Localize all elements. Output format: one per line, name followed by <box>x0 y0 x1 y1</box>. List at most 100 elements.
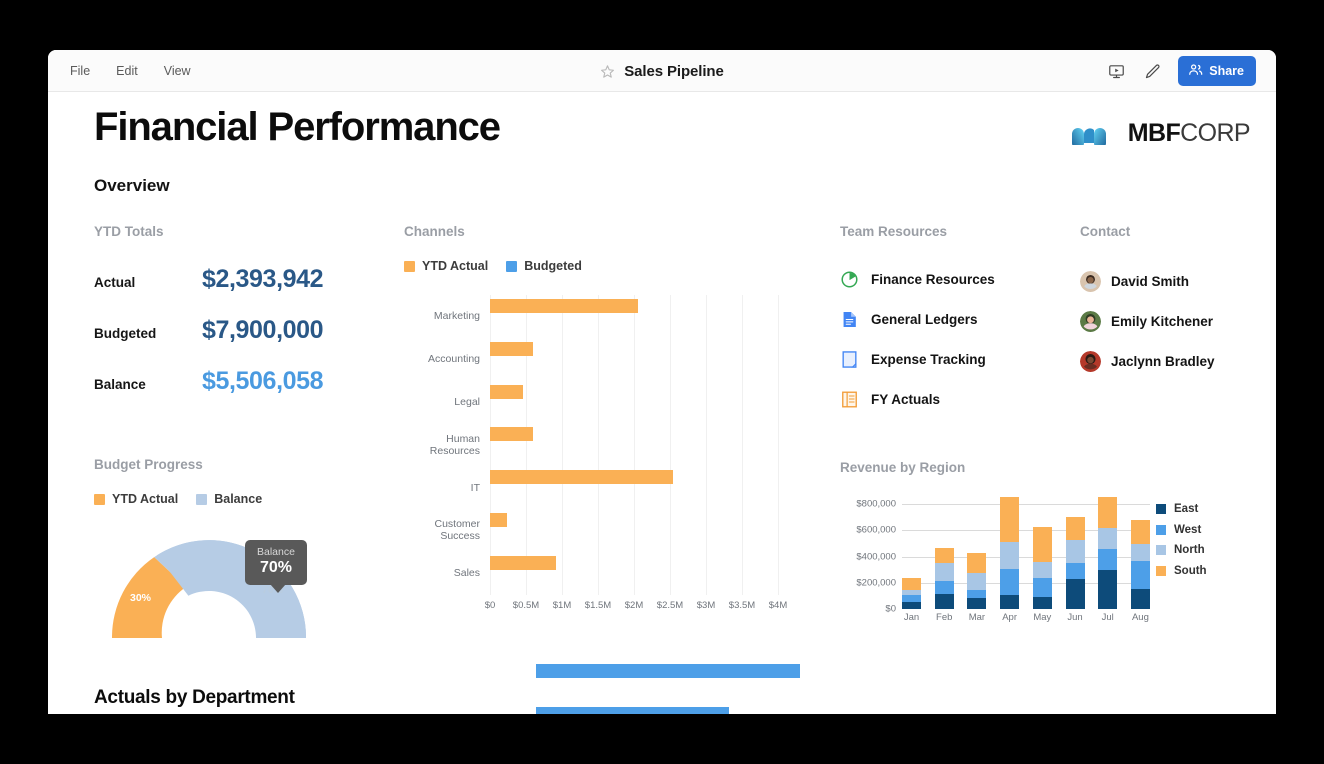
channels-category-label: IT <box>470 481 480 494</box>
present-icon[interactable] <box>1106 61 1126 81</box>
revenue-bar-column[interactable] <box>1000 496 1020 609</box>
channels-bar-budgeted[interactable] <box>536 664 801 678</box>
revenue-bar-segment-south <box>902 577 921 591</box>
channels-x-tick: $4M <box>768 600 788 611</box>
ytd-value-balance: $5,506,058 <box>202 367 324 395</box>
channels-row: Legal <box>404 381 778 424</box>
channels-bar-actual[interactable] <box>490 512 507 527</box>
revenue-bar-segment-south <box>1065 516 1085 540</box>
share-button-label: Share <box>1209 64 1244 78</box>
revenue-bar-segment-east <box>1130 589 1150 609</box>
team-resources-panel: Team Resources Finance Resources General… <box>840 224 1070 419</box>
channels-bar-pair <box>490 384 778 420</box>
channels-category-label: Customer Success <box>434 518 480 543</box>
channels-category-label: Legal <box>454 395 480 408</box>
channels-bar-actual[interactable] <box>490 555 557 570</box>
channels-x-tick: $2.5M <box>656 600 684 611</box>
channels-x-tick: $3M <box>696 600 716 611</box>
revenue-x-axis: Jan Feb Mar Apr May Jun Jul Aug <box>902 612 1150 623</box>
channels-legend: YTD Actual Budgeted <box>404 259 804 273</box>
ytd-value-budgeted: $7,900,000 <box>202 316 324 344</box>
legend-item-channels-budgeted: Budgeted <box>506 259 582 273</box>
budget-progress-gauge[interactable]: 30% 70% Balance 70% <box>94 520 324 640</box>
ytd-totals-panel: YTD Totals Actual $2,393,942 Budgeted $7… <box>94 224 394 418</box>
revenue-bar-column[interactable] <box>902 577 921 609</box>
revenue-bar-column[interactable] <box>1032 527 1052 609</box>
resource-item-finance-resources[interactable]: Finance Resources <box>840 259 1070 299</box>
channels-bar-pair <box>490 512 778 548</box>
resource-item-general-ledgers[interactable]: General Ledgers <box>840 299 1070 339</box>
star-icon[interactable] <box>600 64 615 79</box>
channels-panel: Channels YTD Actual Budgeted Marketing Ac… <box>404 224 804 714</box>
revenue-bar-segment-north <box>1032 561 1052 579</box>
channels-bar-actual[interactable] <box>490 427 534 442</box>
revenue-by-region-label: Revenue by Region <box>840 460 966 475</box>
revenue-legend-item-north[interactable]: North <box>1156 540 1240 561</box>
revenue-bar-segment-north <box>934 563 954 582</box>
channels-category-label: Marketing <box>433 310 480 323</box>
contact-item-emily-kitchener[interactable]: Emily Kitchener <box>1080 301 1276 341</box>
gauge-actual-percent: 30% <box>130 592 152 604</box>
channels-x-tick: $3.5M <box>728 600 756 611</box>
channels-bar-pair <box>490 470 778 505</box>
contact-label: Contact <box>1080 224 1131 239</box>
revenue-bar-segment-south <box>967 552 987 573</box>
channels-chart[interactable]: Marketing Accounting Legal Human Resources IT… <box>404 295 801 714</box>
channels-bar-pair <box>490 341 778 714</box>
revenue-bar-segment-west <box>1032 578 1052 597</box>
ytd-totals-label: YTD Totals <box>94 224 164 239</box>
revenue-bar-column[interactable] <box>967 552 987 609</box>
revenue-bars <box>902 491 1150 609</box>
contact-name-jaclynn-bradley: Jaclynn Bradley <box>1111 353 1215 369</box>
revenue-legend-item-south[interactable]: South <box>1156 561 1240 582</box>
people-icon <box>1188 62 1203 80</box>
resource-label-finance-resources: Finance Resources <box>871 271 995 287</box>
contact-item-david-smith[interactable]: David Smith <box>1080 261 1276 301</box>
revenue-bar-segment-east <box>1065 578 1085 609</box>
revenue-bar-column[interactable] <box>1130 519 1150 609</box>
legend-label-ytd-actual: YTD Actual <box>112 492 179 506</box>
revenue-bar-column[interactable] <box>1065 516 1085 609</box>
revenue-bar-segment-west <box>1000 569 1020 595</box>
revenue-legend-swatch <box>1156 565 1166 576</box>
revenue-bar-segment-north <box>967 572 987 590</box>
resource-item-fy-actuals[interactable]: FY Actuals <box>840 379 1070 419</box>
channels-bar-pair <box>490 299 801 678</box>
revenue-bar-column[interactable] <box>1098 496 1118 609</box>
revenue-y-tick: $800,000 <box>856 498 896 510</box>
revenue-legend-swatch <box>1156 504 1166 515</box>
channels-category-label: Human Resources <box>429 432 480 457</box>
revenue-bar-segment-west <box>934 581 954 594</box>
revenue-legend-label: South <box>1174 564 1207 577</box>
revenue-legend-label: East <box>1174 503 1199 516</box>
channels-bar-pair <box>490 427 778 462</box>
avatar <box>1080 310 1101 332</box>
legend-swatch-ytd-actual <box>94 493 105 505</box>
resource-item-expense-tracking[interactable]: Expense Tracking <box>840 339 1070 379</box>
revenue-by-region-chart[interactable]: $0 $200,000 $400,000 $600,000 $800,000 Jan Fe… <box>840 491 1240 631</box>
pencil-icon[interactable] <box>1142 61 1162 81</box>
contact-item-jaclynn-bradley[interactable]: Jaclynn Bradley <box>1080 341 1276 381</box>
share-button[interactable]: Share <box>1178 56 1256 86</box>
contact-name-david-smith: David Smith <box>1111 273 1190 289</box>
revenue-bar-column[interactable] <box>934 548 954 609</box>
channels-bar-actual[interactable] <box>490 341 534 356</box>
channels-bar-actual[interactable] <box>490 470 673 485</box>
channels-bar-actual[interactable] <box>490 384 524 399</box>
ytd-row-actual: Actual $2,393,942 <box>94 265 394 316</box>
revenue-legend-item-west[interactable]: West <box>1156 520 1240 541</box>
resource-label-expense-tracking: Expense Tracking <box>871 351 986 367</box>
logo-text-light: CORP <box>1180 119 1250 147</box>
legend-label-balance: Balance <box>214 492 263 506</box>
channels-bar-budgeted[interactable] <box>536 706 729 714</box>
resource-label-general-ledgers: General Ledgers <box>871 311 978 327</box>
ytd-totals-list: Actual $2,393,942 Budgeted $7,900,000 Ba… <box>94 265 394 418</box>
channels-x-tick: $0 <box>484 600 496 611</box>
channels-category-label: Accounting <box>428 353 480 366</box>
revenue-legend-item-east[interactable]: East <box>1156 499 1240 520</box>
legend-swatch-channels-actual <box>404 260 415 272</box>
revenue-bar-segment-south <box>1130 519 1150 545</box>
revenue-legend-label: West <box>1174 523 1202 536</box>
channels-bar-actual[interactable] <box>490 299 639 313</box>
revenue-bar-segment-south <box>934 548 954 564</box>
